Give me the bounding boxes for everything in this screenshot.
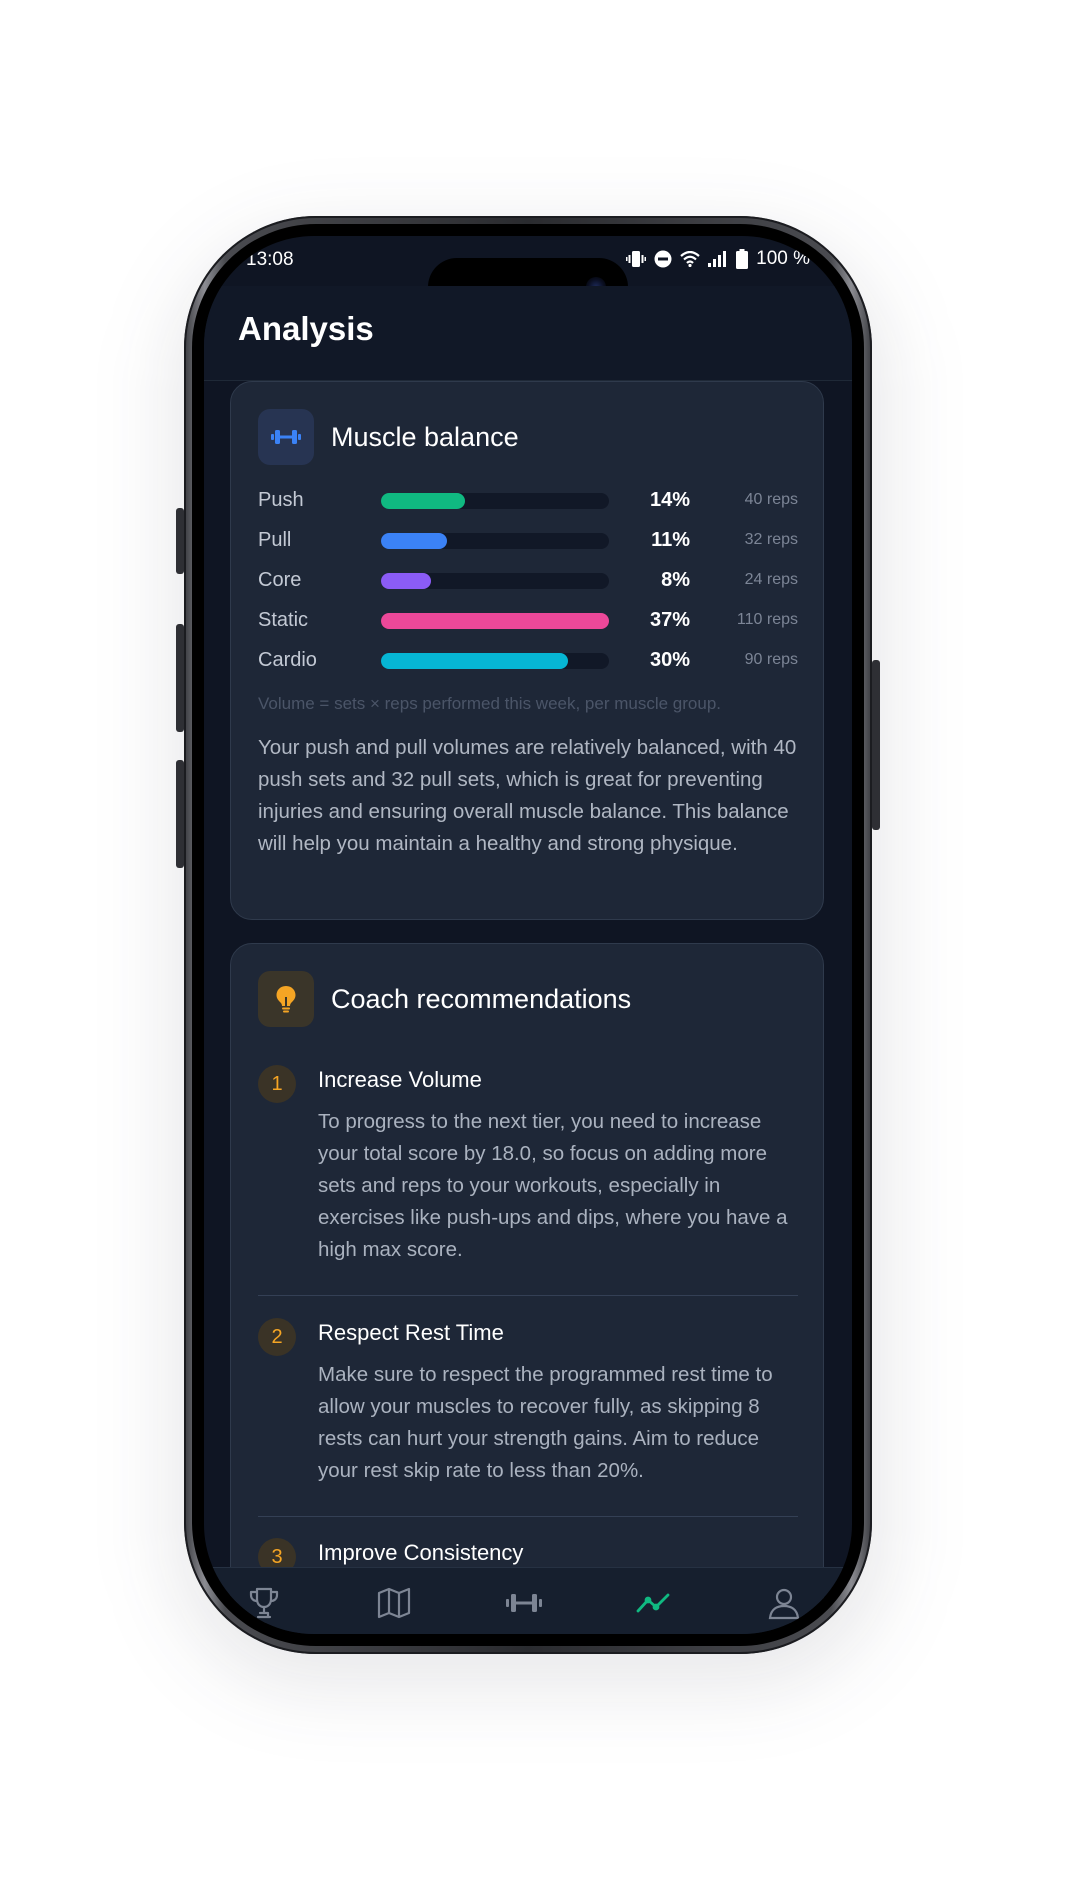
- battery-percent: 100 %: [756, 248, 810, 269]
- recommendation-title: Respect Rest Time: [318, 1320, 504, 1345]
- recommendation-text: Make sure to respect the programmed rest…: [318, 1363, 773, 1482]
- coach-recommendations-card: Coach recommendations 1 Increase Volume …: [230, 943, 824, 1623]
- app-screen: 13:08 100 % Analysis Muscle balance Push…: [204, 236, 852, 1634]
- card-title: Coach recommendations: [331, 983, 632, 1014]
- muscle-row: Cardio 30% 90 reps: [258, 645, 798, 675]
- muscle-row: Static 37% 110 reps: [258, 605, 798, 635]
- progress-fill: [381, 533, 448, 549]
- trophy-icon: [249, 1587, 279, 1619]
- progress-fill: [381, 493, 466, 509]
- power-button: [872, 660, 880, 830]
- battery-icon: [736, 249, 749, 269]
- recommendation-number: 2: [258, 1318, 296, 1356]
- map-icon: [377, 1587, 411, 1619]
- muscle-row: Push 14% 40 reps: [258, 485, 798, 515]
- app-header: Analysis: [204, 286, 852, 381]
- recommendation-number: 1: [258, 1065, 296, 1103]
- volume-down-button: [176, 760, 184, 868]
- volume-up-button: [176, 624, 184, 732]
- action-button: [176, 508, 184, 574]
- muscle-percent: 11%: [651, 529, 690, 551]
- progress-track: [381, 573, 609, 589]
- progress-fill: [381, 613, 609, 629]
- recommendation-text: To progress to the next tier, you need t…: [318, 1110, 788, 1261]
- muscle-percent: 37%: [649, 609, 690, 631]
- muscle-label: Pull: [258, 529, 292, 551]
- page-title: Analysis: [238, 310, 374, 347]
- divider: [258, 1295, 798, 1296]
- muscle-row: Pull 11% 32 reps: [258, 525, 798, 555]
- card-header: Muscle balance: [258, 409, 519, 465]
- signal-icon: [708, 251, 727, 267]
- muscle-balance-card: Muscle balance Push 14% 40 reps Pull 11%…: [230, 381, 824, 920]
- divider: [258, 1516, 798, 1517]
- vibrate-icon: [626, 251, 647, 267]
- dumbbell-icon: [258, 409, 314, 465]
- muscle-reps: 32 reps: [744, 531, 798, 548]
- muscle-reps: 90 reps: [744, 651, 798, 668]
- muscle-reps: 24 reps: [744, 571, 798, 588]
- muscle-percent: 30%: [649, 649, 690, 671]
- progress-fill: [381, 573, 432, 589]
- muscle-percent: 8%: [661, 569, 690, 591]
- muscle-label: Core: [258, 569, 302, 591]
- do-not-disturb-icon: [654, 250, 672, 268]
- user-icon: [768, 1588, 800, 1620]
- dumbbell-icon: [506, 1594, 542, 1612]
- muscle-row: Core 8% 24 reps: [258, 565, 798, 595]
- tab-profile[interactable]: [734, 1568, 834, 1634]
- tab-map[interactable]: [344, 1568, 444, 1634]
- recommendation-title: Improve Consistency: [318, 1540, 524, 1565]
- progress-track: [381, 613, 609, 629]
- muscle-label: Static: [258, 609, 309, 631]
- progress-track: [381, 493, 609, 509]
- tab-workout[interactable]: [474, 1568, 574, 1634]
- status-time: 13:08: [246, 249, 294, 270]
- tab-trophy[interactable]: [214, 1568, 314, 1634]
- wifi-icon: [680, 251, 700, 267]
- muscle-percent: 14%: [649, 489, 690, 511]
- muscle-reps: 40 reps: [744, 491, 798, 508]
- lightbulb-icon: [258, 971, 314, 1027]
- muscle-label: Cardio: [258, 649, 317, 671]
- card-header: Coach recommendations: [258, 971, 631, 1027]
- recommendation-title: Increase Volume: [318, 1067, 482, 1092]
- status-icons: 100 %: [626, 248, 810, 270]
- progress-track: [381, 653, 609, 669]
- muscle-label: Push: [258, 489, 304, 511]
- bottom-tab-bar: [204, 1567, 852, 1634]
- progress-track: [381, 533, 609, 549]
- volume-note: Volume = sets × reps performed this week…: [258, 694, 722, 713]
- balance-summary: Your push and pull volumes are relativel…: [258, 736, 797, 855]
- card-title: Muscle balance: [331, 421, 519, 452]
- muscle-reps: 110 reps: [736, 611, 798, 628]
- progress-fill: [381, 653, 568, 669]
- tab-analysis[interactable]: [604, 1568, 704, 1634]
- trend-icon: [636, 1593, 670, 1613]
